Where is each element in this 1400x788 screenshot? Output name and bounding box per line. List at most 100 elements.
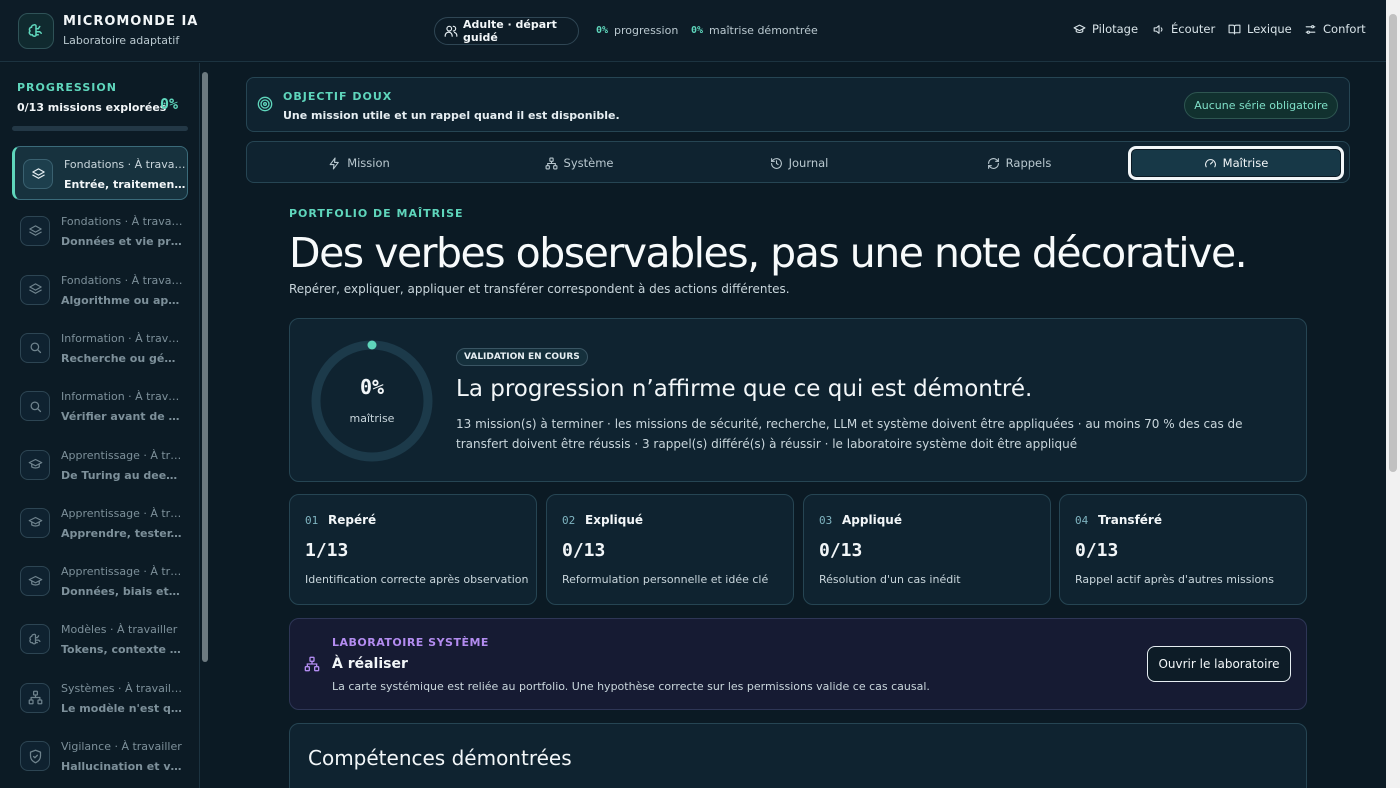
level-name: Appliqué xyxy=(842,513,902,527)
sidebar-mission-item[interactable]: Apprentissage · À travailler De Turing au… xyxy=(12,438,188,492)
mission-category: Modèles · À travailler xyxy=(61,623,178,637)
level-value: 0/13 xyxy=(819,540,863,561)
shield-icon xyxy=(20,741,50,771)
sidebar-mission-item[interactable]: Systèmes · À travailler Le modèle n'est q… xyxy=(12,671,188,725)
level-description: Résolution d'un cas inédit xyxy=(819,573,961,586)
validation-title: La progression n’affirme que ce qui est … xyxy=(456,376,1033,402)
gauge-icon xyxy=(1204,157,1217,170)
gauge-label: maîtrise xyxy=(349,412,395,425)
goal-banner: OBJECTIF DOUX Une mission utile et un ra… xyxy=(246,77,1350,132)
level-number: 02 xyxy=(562,514,576,527)
mission-title: Algorithme ou apprentissage xyxy=(61,293,183,307)
nav-label: Écouter xyxy=(1171,22,1216,36)
mission-title: Données, biais et contexte xyxy=(61,585,183,599)
refresh-icon xyxy=(987,157,1000,170)
level-number: 01 xyxy=(305,514,319,527)
nav-label: Lexique xyxy=(1247,22,1292,36)
mission-title: Apprendre, tester, utiliser xyxy=(61,526,183,540)
mission-category: Apprentissage · À travailler xyxy=(61,565,183,579)
mode-button[interactable]: Adulte · départ guidé xyxy=(434,17,579,45)
tab-label: Rappels xyxy=(1005,156,1052,170)
level-value: 1/13 xyxy=(305,540,349,561)
level-name: Transféré xyxy=(1098,513,1162,527)
goal-title: OBJECTIF DOUX xyxy=(283,90,393,103)
network-icon xyxy=(545,157,558,170)
gauge-value: 0% xyxy=(359,375,385,399)
sidebar-mission-item[interactable]: Information · À travailler Vérifier avant… xyxy=(12,379,188,433)
tab-rappels[interactable]: Rappels xyxy=(911,146,1127,180)
level-name: Expliqué xyxy=(585,513,644,527)
brand-title: MICROMONDE IA xyxy=(63,14,199,29)
tab-mission[interactable]: Mission xyxy=(251,146,467,180)
tab-label: Mission xyxy=(347,156,390,170)
level-card-applique: 03 Appliqué 0/13 Résolution d'un cas iné… xyxy=(803,494,1051,605)
mission-title: Tokens, contexte et probabilités xyxy=(61,643,183,657)
sidebar-mission-item[interactable]: Apprentissage · À travailler Apprendre, t… xyxy=(12,496,188,550)
goal-badge[interactable]: Aucune série obligatoire xyxy=(1184,92,1338,119)
level-number: 03 xyxy=(819,514,833,527)
page-title: Des verbes observables, pas une note déc… xyxy=(289,229,1248,277)
competences-card: Compétences démontrées xyxy=(289,723,1307,788)
sidebar-percent: 0% xyxy=(160,95,179,113)
mastery-label: maîtrise démontrée xyxy=(709,24,818,37)
mission-category: Fondations · À travailler xyxy=(61,273,183,287)
nav-pilotage[interactable]: Pilotage xyxy=(1073,22,1138,36)
mode-label: Adulte · départ guidé xyxy=(463,18,557,44)
level-card-transfere: 04 Transféré 0/13 Rappel actif après d'a… xyxy=(1059,494,1307,605)
sidebar-mission-item[interactable]: Fondations · À travailler Données et vie … xyxy=(12,204,188,258)
tab-systeme[interactable]: Système xyxy=(471,146,687,180)
tab-label: Système xyxy=(563,156,614,170)
level-description: Rappel actif après d'autres missions xyxy=(1075,573,1274,586)
brand-subtitle: Laboratoire adaptatif xyxy=(63,34,180,47)
page-subtitle: Repérer, expliquer, appliquer et transfé… xyxy=(289,282,790,296)
graduation-cap-icon xyxy=(1073,23,1086,36)
level-number: 04 xyxy=(1075,514,1089,527)
mission-title: Vérifier avant de partager xyxy=(61,410,183,424)
nav-label: Pilotage xyxy=(1092,22,1139,36)
nav-confort[interactable]: Confort xyxy=(1304,22,1366,36)
book-icon xyxy=(1228,23,1241,36)
mission-title: Données et vie privée xyxy=(61,235,183,249)
bolt-icon xyxy=(328,157,341,170)
mission-category: Systèmes · À travailler xyxy=(61,681,183,695)
speaker-icon xyxy=(1152,23,1165,36)
tab-maitrise[interactable]: Maîtrise xyxy=(1128,146,1344,180)
level-description: Reformulation personnelle et idée clé xyxy=(562,573,769,586)
mission-category: Fondations · À travailler xyxy=(61,215,183,229)
portfolio-eyebrow: PORTFOLIO DE MAÎTRISE xyxy=(289,207,464,220)
tab-journal[interactable]: Journal xyxy=(691,146,907,180)
nav-ecouter[interactable]: Écouter xyxy=(1152,22,1215,36)
sidebar-mission-item[interactable]: Vigilance · À travailler Hallucination et… xyxy=(12,729,188,783)
lab-text: La carte systémique est reliée au portfo… xyxy=(332,680,930,693)
mission-category: Fondations · À travailler xyxy=(64,158,186,171)
mission-category: Apprentissage · À travailler xyxy=(61,506,183,520)
tab-label: Maîtrise xyxy=(1222,156,1269,170)
network-icon xyxy=(20,682,50,713)
brain-icon[interactable] xyxy=(18,13,54,49)
sidebar: PROGRESSION 0/13 missions explorées 0% F… xyxy=(0,63,200,788)
target-icon xyxy=(257,96,273,112)
sidebar-scroll-thumb[interactable] xyxy=(202,72,208,662)
mastery-stat: 0% maîtrise démontrée xyxy=(691,24,818,37)
progress-label: progression xyxy=(614,24,679,37)
layers-icon xyxy=(20,216,50,247)
nav-lexique[interactable]: Lexique xyxy=(1228,22,1292,36)
mission-title: Recherche ou génération xyxy=(61,351,183,365)
level-name: Repéré xyxy=(328,513,377,527)
level-card-repere: 01 Repéré 1/13 Identification correcte a… xyxy=(289,494,537,605)
sidebar-mission-item[interactable]: Information · À travailler Recherche ou g… xyxy=(12,321,188,375)
open-lab-button[interactable]: Ouvrir le laboratoire xyxy=(1147,646,1291,682)
mission-title: Le modèle n'est qu'un composant xyxy=(61,701,183,715)
page-scroll-thumb[interactable] xyxy=(1389,14,1397,472)
mission-category: Apprentissage · À travailler xyxy=(61,448,183,462)
validation-badge: VALIDATION EN COURS xyxy=(456,348,588,366)
sidebar-mission-item[interactable]: Fondations · À travailler Entrée, traitem… xyxy=(12,146,188,200)
mission-category: Vigilance · À travailler xyxy=(61,740,182,753)
goal-text: Une mission utile et un rappel quand il … xyxy=(283,109,620,122)
sidebar-mission-item[interactable]: Apprentissage · À travailler Données, bia… xyxy=(12,554,188,608)
users-icon xyxy=(444,24,458,38)
sidebar-mission-item[interactable]: Modèles · À travailler Tokens, contexte e… xyxy=(12,612,188,666)
sliders-icon xyxy=(1304,23,1317,36)
validation-card: 0% maîtrise VALIDATION EN COURS La progr… xyxy=(289,318,1307,482)
sidebar-mission-item[interactable]: Fondations · À travailler Algorithme ou a… xyxy=(12,263,188,317)
